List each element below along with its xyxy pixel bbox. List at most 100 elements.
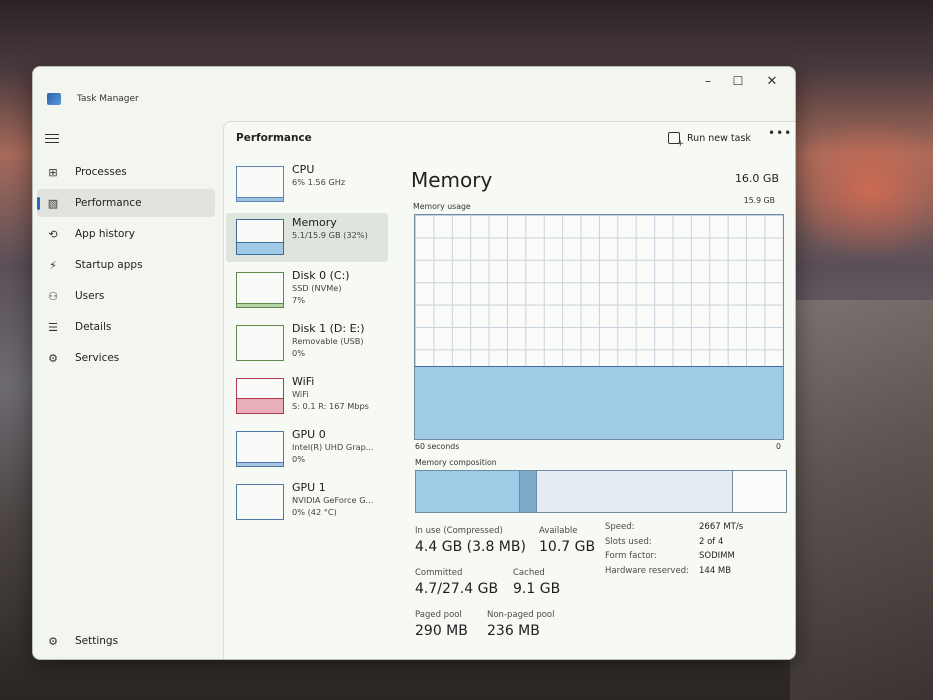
committed-value: 4.7/27.4 GB: [415, 581, 499, 597]
resource-thumbnail-fill: [237, 242, 283, 254]
resource-thumbnail-fill: [237, 303, 283, 307]
settings-icon: ⚙: [48, 634, 58, 648]
graph-time-span: 60 seconds: [415, 442, 460, 451]
sidebar-item-label: Users: [75, 290, 105, 302]
resource-name: GPU 1: [292, 481, 326, 494]
cached-value: 9.1 GB: [513, 581, 561, 597]
resource-thumbnail-graph: [236, 272, 284, 308]
sidebar-item-processes[interactable]: ⊞ Processes: [37, 158, 215, 186]
sidebar-item-settings[interactable]: ⚙ Settings: [37, 629, 213, 653]
memory-detail-panel: Memory 16.0 GB Memory usage 15.9 GB 60 s…: [411, 162, 791, 652]
resource-usage: 7%: [292, 295, 305, 305]
run-new-task-label: Run new task: [687, 132, 751, 144]
memory-composition-label: Memory composition: [415, 458, 497, 467]
sidebar-item-label: Settings: [75, 635, 119, 647]
spec-label: Slots used:: [605, 536, 652, 547]
resource-list: CPU 6% 1.56 GHz Memory 5.1/15.9 GB (32%) Dis…: [226, 160, 388, 531]
sidebar-item-label: App history: [75, 228, 135, 240]
resource-item-disk-0[interactable]: Disk 0 (C:) SSD (NVMe) 7%: [226, 266, 388, 315]
processes-icon: ⊞: [48, 165, 58, 179]
users-icon: ⚇: [48, 289, 58, 303]
resource-item-wifi[interactable]: WiFi WiFi S: 0.1 R: 167 Mbps: [226, 372, 388, 421]
sidebar-item-label: Startup apps: [75, 259, 143, 271]
in-use-label: In use (Compressed): [415, 526, 503, 536]
resource-name: Memory: [292, 216, 337, 229]
resource-thumbnail-fill: [237, 197, 283, 201]
sidebar-item-label: Details: [75, 321, 112, 333]
resource-detail: SSD (NVMe): [292, 283, 342, 293]
run-task-icon: [668, 132, 684, 149]
resource-detail: WiFi: [292, 389, 309, 399]
resource-thumbnail-graph: [236, 325, 284, 361]
resource-detail: NVIDIA GeForce G...: [292, 495, 374, 505]
resource-name: CPU: [292, 163, 315, 176]
memory-usage-label: Memory usage: [413, 202, 471, 211]
sidebar-item-label: Processes: [75, 166, 127, 178]
history-icon: ⟲: [48, 227, 58, 241]
resource-thumbnail-fill: [237, 398, 283, 413]
memory-usage-max: 15.9 GB: [743, 196, 775, 205]
resource-item-gpu-0[interactable]: GPU 0 Intel(R) UHD Grap... 0%: [226, 425, 388, 474]
memory-total: 16.0 GB: [734, 172, 779, 185]
spec-label: Form factor:: [605, 551, 657, 561]
resource-thumbnail-graph: [236, 166, 284, 202]
resource-name: GPU 0: [292, 428, 326, 441]
spec-value: 2667 MT/s: [699, 522, 744, 532]
run-new-task-button[interactable]: Run new task: [668, 128, 751, 149]
resource-thumbnail-graph: [236, 219, 284, 255]
resource-name: Disk 0 (C:): [292, 269, 350, 282]
close-button[interactable]: ✕: [757, 71, 787, 91]
cached-label: Cached: [513, 568, 545, 578]
resource-item-gpu-1[interactable]: GPU 1 NVIDIA GeForce G... 0% (42 °C): [226, 478, 388, 527]
memory-usage-fill: [415, 366, 783, 439]
composition-segment-free[interactable]: [732, 471, 786, 512]
sidebar-item-label: Services: [75, 352, 120, 364]
sidebar-item-performance[interactable]: ▧ Performance: [37, 189, 215, 217]
committed-label: Committed: [415, 568, 463, 578]
resource-usage: 0%: [292, 348, 305, 358]
sidebar-item-users[interactable]: ⚇ Users: [37, 282, 215, 310]
memory-composition-bar: [415, 470, 787, 513]
resource-usage: 0%: [292, 454, 305, 464]
sidebar-item-label: Performance: [75, 197, 142, 209]
non-paged-pool-label: Non-paged pool: [487, 610, 555, 620]
resource-thumbnail-fill: [237, 462, 283, 466]
graph-time-end: 0: [776, 442, 781, 451]
composition-segment-in-use[interactable]: [416, 471, 520, 512]
wallpaper-mountain: [790, 300, 933, 700]
sidebar-item-services[interactable]: ⚙ Services: [37, 344, 215, 372]
task-manager-icon: [47, 93, 61, 105]
non-paged-pool-value: 236 MB: [487, 623, 540, 639]
task-manager-window: Task Manager – ☐ ✕ ⊞ Processes ▧ Performanc…: [32, 66, 796, 660]
resource-thumbnail-graph: [236, 484, 284, 520]
resource-thumbnail-graph: [236, 431, 284, 467]
sidebar-nav: ⊞ Processes ▧ Performance ⟲ App history ⚡ Start…: [33, 155, 219, 375]
more-options-button[interactable]: •••: [768, 126, 792, 140]
wallpaper-sky: [780, 120, 933, 260]
sidebar-item-details[interactable]: ☰ Details: [37, 313, 215, 341]
maximize-button[interactable]: ☐: [723, 71, 753, 91]
paged-pool-label: Paged pool: [415, 610, 462, 620]
detail-title: Memory: [411, 168, 493, 192]
sidebar-item-app-history[interactable]: ⟲ App history: [37, 220, 215, 248]
resource-item-memory[interactable]: Memory 5.1/15.9 GB (32%): [226, 213, 388, 262]
resource-usage: 0% (42 °C): [292, 507, 337, 517]
composition-segment-modified[interactable]: [519, 471, 538, 512]
spec-value: 2 of 4: [699, 536, 724, 547]
sidebar-item-startup-apps[interactable]: ⚡ Startup apps: [37, 251, 215, 279]
page-title: Performance: [236, 132, 312, 144]
resource-thumbnail-graph: [236, 378, 284, 414]
composition-segment-standby[interactable]: [537, 471, 733, 512]
services-icon: ⚙: [48, 351, 58, 365]
resource-name: Disk 1 (D: E:): [292, 322, 365, 335]
minimize-button[interactable]: –: [693, 71, 723, 91]
performance-icon: ▧: [47, 196, 59, 210]
resource-item-disk-1[interactable]: Disk 1 (D: E:) Removable (USB) 0%: [226, 319, 388, 368]
startup-icon: ⚡: [49, 258, 57, 272]
title-bar[interactable]: Task Manager – ☐ ✕: [33, 67, 795, 107]
window-title: Task Manager: [77, 94, 139, 104]
in-use-value: 4.4 GB (3.8 MB): [415, 539, 526, 555]
available-label: Available: [539, 526, 578, 536]
resource-item-cpu[interactable]: CPU 6% 1.56 GHz: [226, 160, 388, 209]
hamburger-menu-icon[interactable]: [45, 131, 59, 143]
